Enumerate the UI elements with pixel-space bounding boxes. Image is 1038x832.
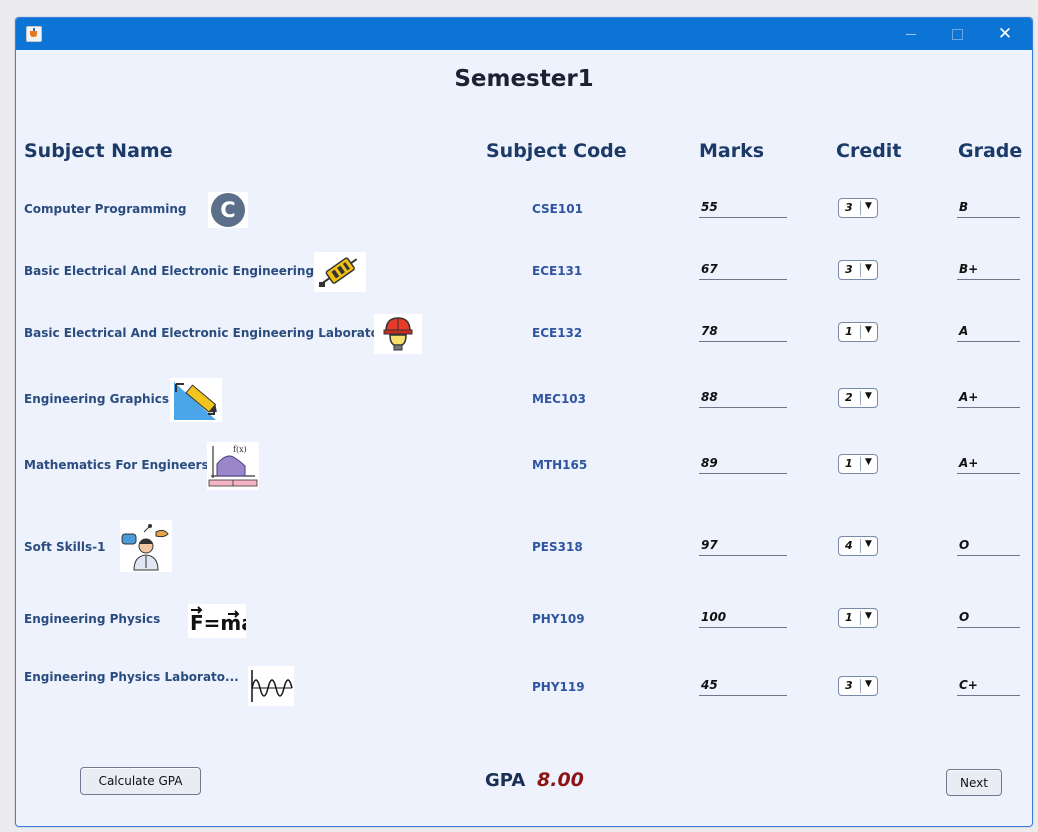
header-grade: Grade [958, 140, 1023, 162]
chevron-down-icon: ▼ [865, 325, 872, 335]
subject-code: MTH165 [532, 458, 588, 472]
subject-name: Mathematics For Engineers [24, 458, 209, 472]
subject-row: Engineering Physics Laborato... PHY119 4… [16, 664, 1032, 714]
credit-select[interactable]: 2 ▼ [838, 388, 878, 408]
credit-select[interactable]: 4 ▼ [838, 536, 878, 556]
function-graph-icon: f(x) [207, 442, 259, 490]
chevron-down-icon: ▼ [865, 201, 872, 211]
chevron-down-icon: ▼ [865, 679, 872, 689]
grade-field: B [957, 200, 1020, 218]
credit-value: 1 [845, 457, 853, 470]
credit-select[interactable]: 1 ▼ [838, 322, 878, 342]
marks-input[interactable]: 55 [699, 200, 787, 218]
gpa-value: 8.00 [537, 769, 584, 791]
chevron-down-icon: ▼ [865, 539, 872, 549]
credit-value: 3 [845, 263, 853, 276]
subject-code: PES318 [532, 540, 583, 554]
subject-row: Engineering Graphics MEC103 88 2 ▼ A+ [16, 376, 1032, 426]
credit-select[interactable]: 3 ▼ [838, 260, 878, 280]
svg-text:C: C [220, 198, 235, 222]
chevron-down-icon: ▼ [865, 391, 872, 401]
close-icon: ✕ [997, 24, 1013, 44]
c-language-icon: C [208, 192, 248, 228]
minimize-icon [906, 33, 916, 35]
waveform-icon [248, 666, 294, 706]
grade-field: O [957, 538, 1020, 556]
grade-field: A+ [957, 390, 1020, 408]
credit-value: 3 [845, 679, 853, 692]
minimize-button[interactable] [888, 18, 934, 50]
credit-value: 1 [845, 325, 853, 338]
svg-text:f(x): f(x) [233, 445, 247, 454]
grade-field: C+ [957, 678, 1020, 696]
credit-value: 1 [845, 611, 853, 624]
title-bar: ✕ [16, 18, 1032, 50]
force-formula-icon: F=ma [188, 604, 246, 638]
electronic-component-icon [314, 252, 366, 292]
subject-row: Soft Skills-1 PES318 97 4 ▼ O [16, 518, 1032, 572]
grade-field: O [957, 610, 1020, 628]
calculate-gpa-button[interactable]: Calculate GPA [80, 767, 201, 795]
subject-name: Engineering Graphics [24, 392, 169, 406]
chevron-down-icon: ▼ [865, 263, 872, 273]
subject-code: ECE132 [532, 326, 583, 340]
marks-input[interactable]: 97 [699, 538, 787, 556]
subject-name: Engineering Physics [24, 612, 161, 626]
marks-input[interactable]: 67 [699, 262, 787, 280]
subject-name: Soft Skills-1 [24, 540, 106, 554]
subject-row: Engineering Physics F=ma PHY109 100 1▼ O [16, 602, 1032, 652]
design-pen-icon [170, 378, 222, 422]
credit-select[interactable]: 1 ▼ [838, 454, 878, 474]
marks-input[interactable]: 100 [699, 610, 787, 628]
credit-value: 3 [845, 201, 853, 214]
marks-input[interactable]: 88 [699, 390, 787, 408]
subject-code: ECE131 [532, 264, 583, 278]
marks-input[interactable]: 78 [699, 324, 787, 342]
gpa-label: GPA [485, 770, 526, 791]
grade-field: A [957, 324, 1020, 342]
header-credit: Credit [836, 140, 902, 162]
subject-name: Basic Electrical And Electronic Engineer… [24, 264, 315, 278]
subject-name: Computer Programming [24, 202, 187, 216]
page-title: Semester1 [454, 66, 594, 92]
header-subject-name: Subject Name [24, 140, 173, 162]
maximize-icon [951, 28, 963, 40]
engineer-bulb-icon [374, 314, 422, 354]
marks-input[interactable]: 89 [699, 456, 787, 474]
grade-field: A+ [957, 456, 1020, 474]
subject-row: Basic Electrical And Electronic Engineer… [16, 314, 1032, 364]
maximize-button[interactable] [934, 18, 980, 50]
subject-row: Computer Programming C CSE101 55 3 ▼ B [16, 190, 1032, 240]
chevron-down-icon: ▼ [865, 611, 872, 621]
subject-code: CSE101 [532, 202, 583, 216]
credit-value: 2 [845, 391, 853, 404]
close-button[interactable]: ✕ [982, 18, 1028, 50]
subject-code: MEC103 [532, 392, 586, 406]
next-button[interactable]: Next [946, 769, 1002, 796]
credit-select[interactable]: 3 ▼ [838, 676, 878, 696]
credit-select[interactable]: 1 ▼ [838, 608, 878, 628]
java-cup-icon [26, 26, 42, 42]
subject-name: Basic Electrical And Electronic Engineer… [24, 326, 393, 340]
subject-row: Basic Electrical And Electronic Engineer… [16, 252, 1032, 302]
grade-field: B+ [957, 262, 1020, 280]
header-subject-code: Subject Code [486, 140, 627, 162]
marks-input[interactable]: 45 [699, 678, 787, 696]
subject-code: PHY109 [532, 612, 585, 626]
app-window: ✕ Semester1 Subject Name Subject Code Ma… [15, 17, 1033, 827]
communication-person-icon [120, 520, 172, 572]
credit-value: 4 [845, 539, 853, 552]
chevron-down-icon: ▼ [865, 457, 872, 467]
subject-code: PHY119 [532, 680, 585, 694]
subject-name: Engineering Physics Laborato... [24, 670, 239, 684]
header-marks: Marks [699, 140, 765, 162]
credit-select[interactable]: 3 ▼ [838, 198, 878, 218]
subject-row: Mathematics For Engineers f(x) MTH165 89… [16, 440, 1032, 490]
